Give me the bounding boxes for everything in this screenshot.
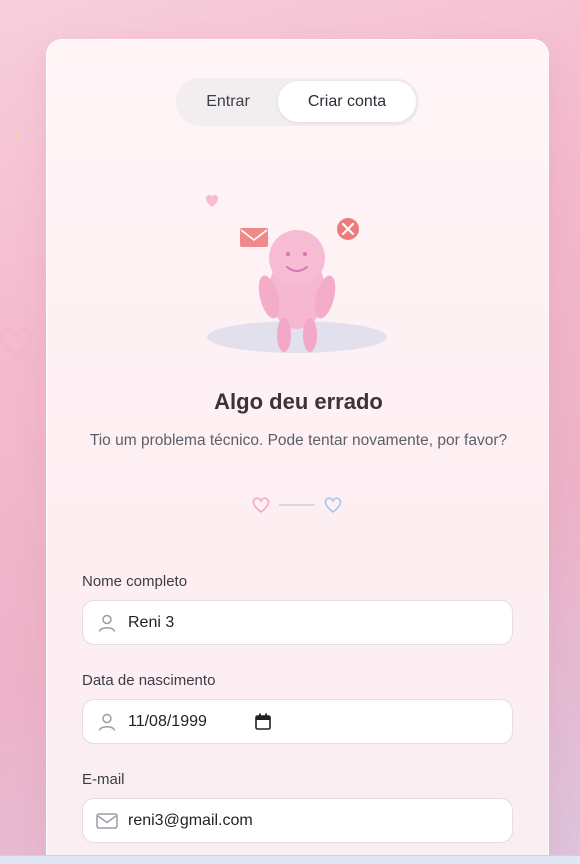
envelope-icon bbox=[240, 228, 268, 247]
error-x-icon bbox=[337, 218, 359, 240]
signup-card: Entrar Criar conta Algo deu errado Tio u… bbox=[46, 39, 549, 864]
user-icon bbox=[95, 710, 119, 734]
error-message: Tio um problema técnico. Pode tentar nov… bbox=[89, 432, 508, 449]
background-sparkle-icon: ✦ bbox=[10, 128, 22, 144]
tab-login[interactable]: Entrar bbox=[180, 81, 276, 122]
birthdate-label: Data de nascimento bbox=[82, 672, 216, 689]
auth-tabs: Entrar Criar conta bbox=[176, 78, 419, 126]
user-icon bbox=[95, 611, 119, 635]
blue-heart-icon bbox=[324, 497, 342, 513]
birthdate-field[interactable]: 11/08/1999 bbox=[82, 699, 513, 744]
email-field[interactable]: reni3@gmail.com bbox=[82, 798, 513, 843]
error-title: Algo deu errado bbox=[214, 389, 383, 414]
bottom-strip bbox=[0, 855, 580, 864]
hearts-divider bbox=[252, 497, 342, 513]
name-label: Nome completo bbox=[82, 573, 188, 590]
email-label: E-mail bbox=[82, 771, 125, 788]
name-field[interactable]: Reni 3 bbox=[82, 600, 513, 645]
mail-icon bbox=[95, 809, 119, 833]
tab-create-account[interactable]: Criar conta bbox=[278, 81, 416, 122]
birthdate-input[interactable]: 11/08/1999 bbox=[128, 713, 207, 731]
background-heart-icon bbox=[0, 328, 32, 358]
name-input[interactable]: Reni 3 bbox=[128, 614, 174, 632]
calendar-icon[interactable] bbox=[255, 713, 271, 730]
error-illustration bbox=[206, 194, 387, 353]
email-input[interactable]: reni3@gmail.com bbox=[128, 812, 253, 830]
small-heart-icon bbox=[206, 194, 218, 207]
pink-heart-icon bbox=[252, 497, 270, 513]
